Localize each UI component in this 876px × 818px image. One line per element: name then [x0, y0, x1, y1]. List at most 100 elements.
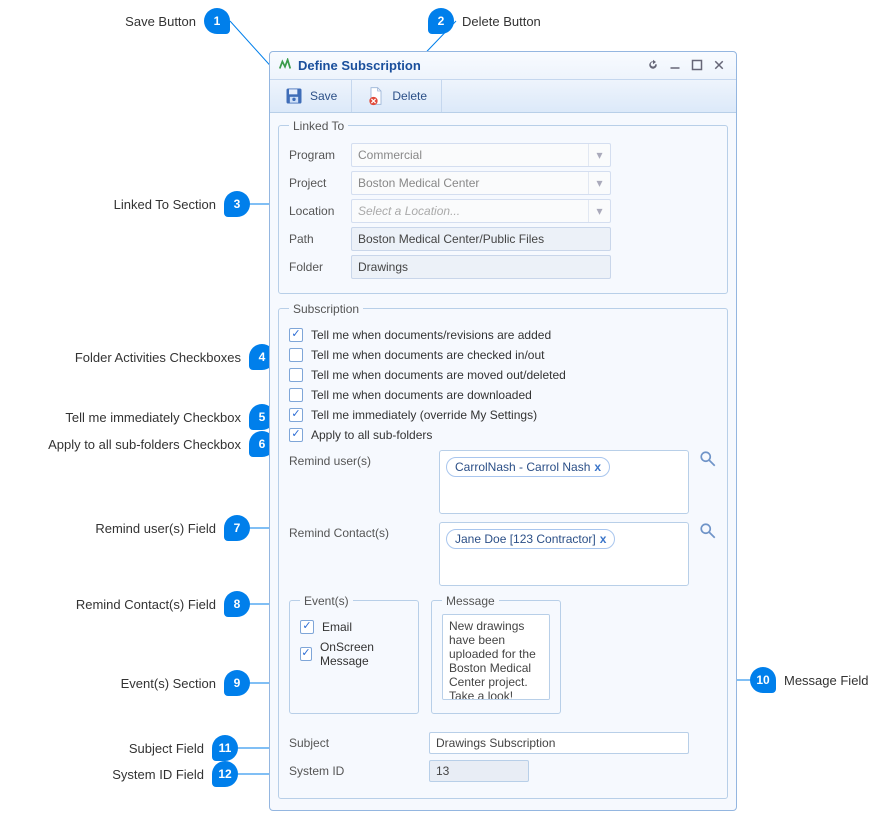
- subject-label: Subject: [289, 736, 429, 750]
- program-label: Program: [289, 148, 351, 162]
- path-field: Boston Medical Center/Public Files: [351, 227, 611, 251]
- save-icon: [284, 86, 304, 106]
- callout-2: Delete Button 2: [428, 8, 541, 34]
- subscription-legend: Subscription: [289, 302, 363, 316]
- chevron-down-icon: ▾: [588, 200, 610, 222]
- subject-value: Drawings Subscription: [436, 736, 555, 750]
- remind-users-field[interactable]: CarrolNash - Carrol Nash x: [439, 450, 689, 514]
- path-value: Boston Medical Center/Public Files: [358, 232, 544, 246]
- callout-marker: 9: [224, 670, 250, 696]
- linked-to-section: Linked To Program Commercial▾ Project Bo…: [278, 119, 728, 294]
- window-title: Define Subscription: [298, 58, 640, 73]
- project-value: Boston Medical Center: [358, 176, 479, 190]
- remind-contacts-field[interactable]: Jane Doe [123 Contractor] x: [439, 522, 689, 586]
- callout-12: System ID Field 12: [20, 761, 238, 787]
- remove-token-icon[interactable]: x: [600, 532, 607, 546]
- project-select[interactable]: Boston Medical Center ▾: [351, 171, 611, 195]
- checkbox-added[interactable]: [289, 328, 303, 342]
- remove-token-icon[interactable]: x: [594, 460, 601, 474]
- location-placeholder: Select a Location...: [358, 204, 460, 218]
- message-section: Message: [431, 594, 561, 714]
- user-token[interactable]: CarrolNash - Carrol Nash x: [446, 457, 610, 477]
- systemid-value: 13: [436, 764, 449, 778]
- callout-marker: 8: [224, 591, 250, 617]
- callout-marker: 2: [428, 8, 454, 34]
- refresh-icon[interactable]: [644, 57, 662, 73]
- close-icon[interactable]: [710, 57, 728, 73]
- callout-9: Event(s) Section9: [20, 670, 250, 696]
- systemid-field: 13: [429, 760, 529, 782]
- folder-label: Folder: [289, 260, 351, 274]
- message-textarea[interactable]: [442, 614, 550, 700]
- project-label: Project: [289, 176, 351, 190]
- callout-label: Save Button: [125, 14, 196, 29]
- delete-icon: [366, 86, 386, 106]
- checkbox-label: Email: [322, 620, 352, 634]
- checkbox-label: Tell me when documents are downloaded: [311, 388, 532, 402]
- program-value: Commercial: [358, 148, 422, 162]
- callout-marker: 7: [224, 515, 250, 541]
- callout-marker: 1: [204, 8, 230, 34]
- contact-token[interactable]: Jane Doe [123 Contractor] x: [446, 529, 615, 549]
- events-legend: Event(s): [300, 594, 353, 608]
- checkbox-immediate[interactable]: [289, 408, 303, 422]
- callout-marker: 3: [224, 191, 250, 217]
- callout-11: Subject Field11: [20, 735, 238, 761]
- maximize-icon[interactable]: [688, 57, 706, 73]
- delete-button[interactable]: Delete: [352, 80, 442, 112]
- minimize-icon[interactable]: [666, 57, 684, 73]
- callout-label: Apply to all sub-folders Checkbox: [48, 437, 241, 452]
- location-label: Location: [289, 204, 351, 218]
- save-button[interactable]: Save: [270, 80, 352, 112]
- checkbox-label: Tell me when documents are moved out/del…: [311, 368, 566, 382]
- location-select[interactable]: Select a Location... ▾: [351, 199, 611, 223]
- checkbox-moved[interactable]: [289, 368, 303, 382]
- checkbox-onscreen[interactable]: [300, 647, 312, 661]
- checkbox-label: Tell me when documents are checked in/ou…: [311, 348, 544, 362]
- save-label: Save: [310, 89, 337, 103]
- token-text: Jane Doe [123 Contractor]: [455, 532, 596, 546]
- path-label: Path: [289, 232, 351, 246]
- checkbox-label: Apply to all sub-folders: [311, 428, 432, 442]
- subscription-section: Subscription Tell me when documents/revi…: [278, 302, 728, 799]
- search-users-icon[interactable]: [699, 450, 717, 468]
- content-area: Linked To Program Commercial▾ Project Bo…: [270, 113, 736, 810]
- checkbox-email[interactable]: [300, 620, 314, 634]
- toolbar: Save Delete: [270, 80, 736, 113]
- search-contacts-icon[interactable]: [699, 522, 717, 540]
- subject-field[interactable]: Drawings Subscription: [429, 732, 689, 754]
- callout-label: Folder Activities Checkboxes: [75, 350, 241, 365]
- token-text: CarrolNash - Carrol Nash: [455, 460, 590, 474]
- callout-label: Subject Field: [129, 741, 204, 756]
- message-legend: Message: [442, 594, 499, 608]
- callout-4: Folder Activities Checkboxes4: [20, 344, 275, 370]
- dialog-window: Define Subscription Save Delete Linked T…: [269, 51, 737, 811]
- remind-contacts-label: Remind Contact(s): [289, 522, 429, 540]
- checkbox-downloaded[interactable]: [289, 388, 303, 402]
- events-section: Event(s) Email OnScreen Message: [289, 594, 419, 714]
- program-select[interactable]: Commercial ▾: [351, 143, 611, 167]
- callout-marker: 12: [212, 761, 238, 787]
- callout-label: Delete Button: [462, 14, 541, 29]
- checkbox-label: Tell me when documents/revisions are add…: [311, 328, 551, 342]
- app-logo-icon: [278, 58, 292, 72]
- checkbox-label: OnScreen Message: [320, 640, 408, 668]
- callout-6: Apply to all sub-folders Checkbox6: [0, 431, 275, 457]
- folder-field: Drawings: [351, 255, 611, 279]
- checkbox-label: Tell me immediately (override My Setting…: [311, 408, 537, 422]
- callout-1: Save Button 1: [100, 8, 230, 34]
- callout-8: Remind Contact(s) Field8: [20, 591, 250, 617]
- delete-label: Delete: [392, 89, 427, 103]
- callout-label: Tell me immediately Checkbox: [65, 410, 241, 425]
- callout-label: System ID Field: [112, 767, 204, 782]
- chevron-down-icon: ▾: [588, 144, 610, 166]
- callout-10: Message Field10: [750, 667, 869, 693]
- callout-marker: 10: [750, 667, 776, 693]
- titlebar[interactable]: Define Subscription: [270, 52, 736, 80]
- checkbox-inout[interactable]: [289, 348, 303, 362]
- remind-users-label: Remind user(s): [289, 450, 429, 468]
- callout-3: Linked To Section3: [20, 191, 250, 217]
- callout-5: Tell me immediately Checkbox5: [20, 404, 275, 430]
- chevron-down-icon: ▾: [588, 172, 610, 194]
- checkbox-subfolders[interactable]: [289, 428, 303, 442]
